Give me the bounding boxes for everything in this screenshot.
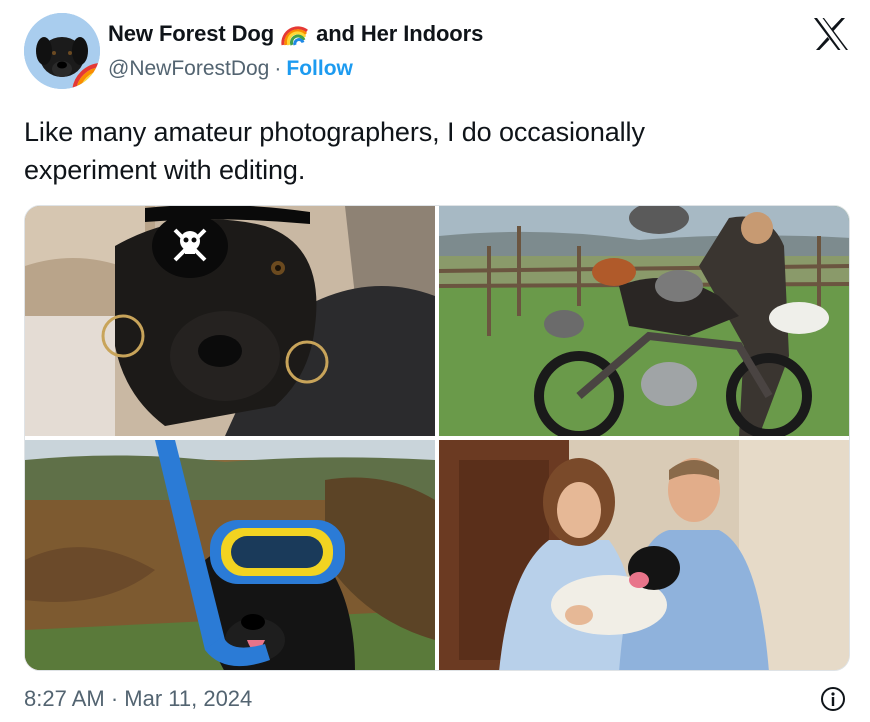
info-icon[interactable] xyxy=(820,686,846,712)
tweet-text-line1: Like many amateur photographers, I do oc… xyxy=(24,117,645,147)
separator-dot: · xyxy=(274,57,282,80)
author-handle-line: @NewForestDog · Follow xyxy=(108,57,353,81)
author-handle[interactable]: @NewForestDog xyxy=(108,57,269,80)
follow-button[interactable]: Follow xyxy=(286,57,353,80)
tweet-timestamp[interactable]: 8:27 AM · Mar 11, 2024 xyxy=(24,686,252,712)
dog-avatar-icon xyxy=(24,13,100,89)
photo-snorkel-dog[interactable] xyxy=(25,440,435,670)
photo-pirate-dog[interactable] xyxy=(25,206,435,436)
photo-grid xyxy=(24,205,850,671)
photo-royal-couple-dog[interactable] xyxy=(439,440,849,670)
author-name[interactable]: New Forest Dog and Her Indoors xyxy=(108,21,483,47)
rainbow-emoji-icon xyxy=(280,21,310,47)
author-name-part2: and Her Indoors xyxy=(316,21,484,46)
author-name-part1: New Forest Dog xyxy=(108,21,275,46)
photo-motorbike-chickens[interactable] xyxy=(439,206,849,436)
author-avatar[interactable] xyxy=(24,13,100,89)
tweet-text: Like many amateur photographers, I do oc… xyxy=(24,113,844,189)
x-logo-icon[interactable] xyxy=(812,16,850,52)
tweet-text-line2: experiment with editing. xyxy=(24,155,306,185)
